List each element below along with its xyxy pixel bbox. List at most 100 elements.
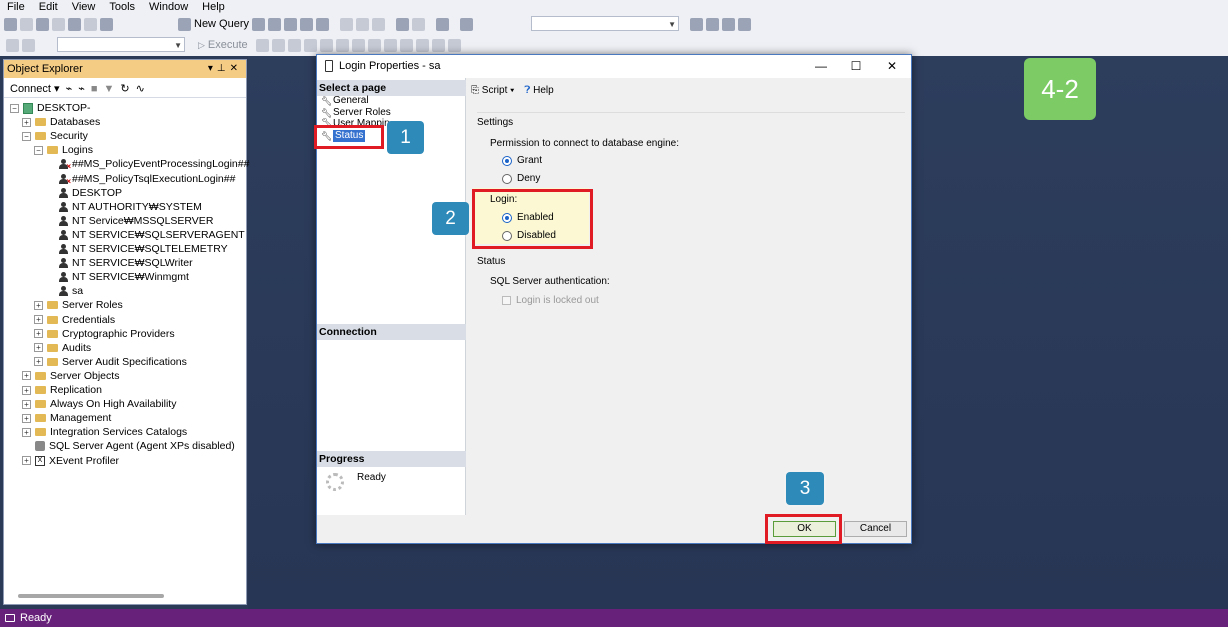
connect-plug-icon[interactable]: ⌁	[66, 82, 73, 95]
tree-node[interactable]: + Credentials	[34, 313, 115, 327]
tree-node[interactable]: NT SERVICE₩SQLSERVERAGENT	[46, 228, 245, 242]
database-engine-query-icon[interactable]	[252, 17, 265, 31]
tree-node[interactable]: × ##MS_PolicyTsqlExecutionLogin##	[46, 172, 235, 186]
add-item-icon[interactable]	[52, 17, 65, 31]
cancel-button[interactable]: Cancel	[844, 521, 907, 537]
undo-icon[interactable]	[396, 17, 409, 31]
expander-icon[interactable]: −	[34, 145, 43, 155]
dax-query-icon[interactable]	[316, 17, 329, 31]
tree-node[interactable]: + Cryptographic Providers	[34, 327, 175, 341]
refresh-icon[interactable]: ↻	[120, 82, 129, 95]
paste-icon[interactable]	[372, 17, 385, 31]
expander-icon[interactable]: −	[10, 103, 19, 113]
expander-icon[interactable]: +	[34, 315, 43, 324]
change-connection-icon[interactable]	[22, 38, 35, 52]
tree-node[interactable]: SQL Server Agent (Agent XPs disabled)	[22, 439, 235, 453]
increase-indent-icon[interactable]	[432, 38, 445, 52]
open-file-icon[interactable]	[68, 17, 81, 31]
activity-monitor-icon[interactable]	[436, 17, 449, 31]
expander-icon[interactable]: +	[22, 117, 31, 127]
tree-node[interactable]: DESKTOP	[46, 186, 122, 200]
tree-node[interactable]: + Server Objects	[22, 369, 119, 383]
tree-node[interactable]: NT SERVICE₩SQLWriter	[46, 256, 193, 270]
tree-node[interactable]: + Always On High Availability	[22, 397, 176, 411]
wrench-icon[interactable]	[706, 17, 719, 31]
save-all-icon[interactable]	[100, 17, 113, 31]
expander-icon[interactable]: +	[22, 371, 31, 381]
menu-file[interactable]: File	[0, 0, 32, 14]
intellisense-icon[interactable]	[320, 38, 333, 52]
tree-node[interactable]: + Server Roles	[34, 298, 123, 312]
connect-button[interactable]: Connect ▾	[10, 82, 60, 95]
redo-icon[interactable]	[412, 17, 425, 31]
specify-values-icon[interactable]	[448, 38, 461, 52]
menu-help[interactable]: Help	[195, 0, 232, 14]
menu-window[interactable]: Window	[142, 0, 195, 14]
tree-node[interactable]: − Security	[22, 129, 88, 143]
results-text-icon[interactable]	[336, 38, 349, 52]
display-plan-icon[interactable]	[288, 38, 301, 52]
maximize-button[interactable]: ☐	[838, 55, 874, 78]
tree-node[interactable]: NT Service₩MSSQLSERVER	[46, 214, 213, 228]
tree-node[interactable]: + Databases	[22, 115, 100, 129]
tree-node[interactable]: × ##MS_PolicyEventProcessingLogin##	[46, 157, 249, 171]
uncomment-icon[interactable]	[400, 38, 413, 52]
visual-studio-icon[interactable]	[690, 17, 703, 31]
tree-node[interactable]: NT SERVICE₩Winmgmt	[46, 270, 189, 284]
deny-radio[interactable]: Deny	[502, 173, 540, 184]
solution-combo[interactable]: ▼	[531, 16, 679, 31]
tree-node[interactable]: + X XEvent Profiler	[22, 454, 119, 468]
decrease-indent-icon[interactable]	[416, 38, 429, 52]
script-button[interactable]: ⎘ Script ▾	[471, 85, 514, 96]
tree-node[interactable]: + Server Audit Specifications	[34, 355, 187, 369]
page-general[interactable]: 🔧︎ General	[321, 95, 369, 107]
cut-icon[interactable]	[340, 17, 353, 31]
tree-node[interactable]: − DESKTOP-	[10, 101, 90, 115]
close-button[interactable]: ✕	[874, 55, 910, 78]
tree-node[interactable]: + Replication	[22, 383, 102, 397]
expander-icon[interactable]: +	[34, 329, 43, 339]
back-icon[interactable]	[4, 17, 17, 31]
mdx-query-icon[interactable]	[268, 17, 281, 31]
parse-icon[interactable]	[272, 38, 285, 52]
stop-icon[interactable]: ■	[91, 83, 98, 95]
results-file-icon[interactable]	[368, 38, 381, 52]
execute-button[interactable]: ▷ Execute	[198, 37, 248, 53]
disconnect-icon[interactable]: ⌁	[78, 82, 85, 95]
connect-icon[interactable]	[6, 38, 19, 52]
new-query-button[interactable]: New Query	[178, 16, 249, 32]
new-project-icon[interactable]	[36, 17, 49, 31]
toolbox-icon[interactable]	[722, 17, 735, 31]
results-grid-icon[interactable]	[352, 38, 365, 52]
panel-pin-icons[interactable]: ▾⊥✕	[208, 60, 242, 78]
expander-icon[interactable]: +	[22, 413, 31, 423]
tree-node[interactable]: + Integration Services Catalogs	[22, 425, 187, 439]
tree-node[interactable]: NT AUTHORITY₩SYSTEM	[46, 200, 202, 214]
dmx-query-icon[interactable]	[284, 17, 297, 31]
expander-icon[interactable]: +	[22, 399, 31, 409]
save-icon[interactable]	[84, 17, 97, 31]
expander-icon[interactable]: +	[34, 343, 43, 353]
activity-icon[interactable]: ∿	[136, 82, 145, 95]
comment-icon[interactable]	[384, 38, 397, 52]
expander-icon[interactable]: +	[22, 385, 31, 395]
expander-icon[interactable]: +	[22, 456, 31, 465]
expander-icon[interactable]: −	[22, 131, 31, 141]
tree-node[interactable]: − Logins	[34, 143, 93, 157]
horizontal-scrollbar[interactable]	[18, 594, 164, 598]
locked-out-checkbox[interactable]: Login is locked out	[502, 295, 599, 306]
expander-icon[interactable]: +	[34, 300, 43, 310]
tree-node[interactable]: + Audits	[34, 341, 91, 355]
forward-icon[interactable]	[20, 17, 33, 31]
stop-icon[interactable]	[256, 38, 269, 52]
expander-icon[interactable]: +	[34, 357, 43, 367]
grant-radio[interactable]: Grant	[502, 155, 542, 166]
xmla-query-icon[interactable]	[300, 17, 313, 31]
solution-config-icon[interactable]	[460, 17, 473, 31]
window-icon[interactable]	[738, 17, 751, 31]
menu-tools[interactable]: Tools	[102, 0, 142, 14]
query-design-icon[interactable]	[304, 38, 317, 52]
filter-icon[interactable]: ▼	[103, 83, 114, 95]
help-button[interactable]: ❓︎ Help	[524, 85, 553, 96]
tree-node[interactable]: + Management	[22, 411, 111, 425]
